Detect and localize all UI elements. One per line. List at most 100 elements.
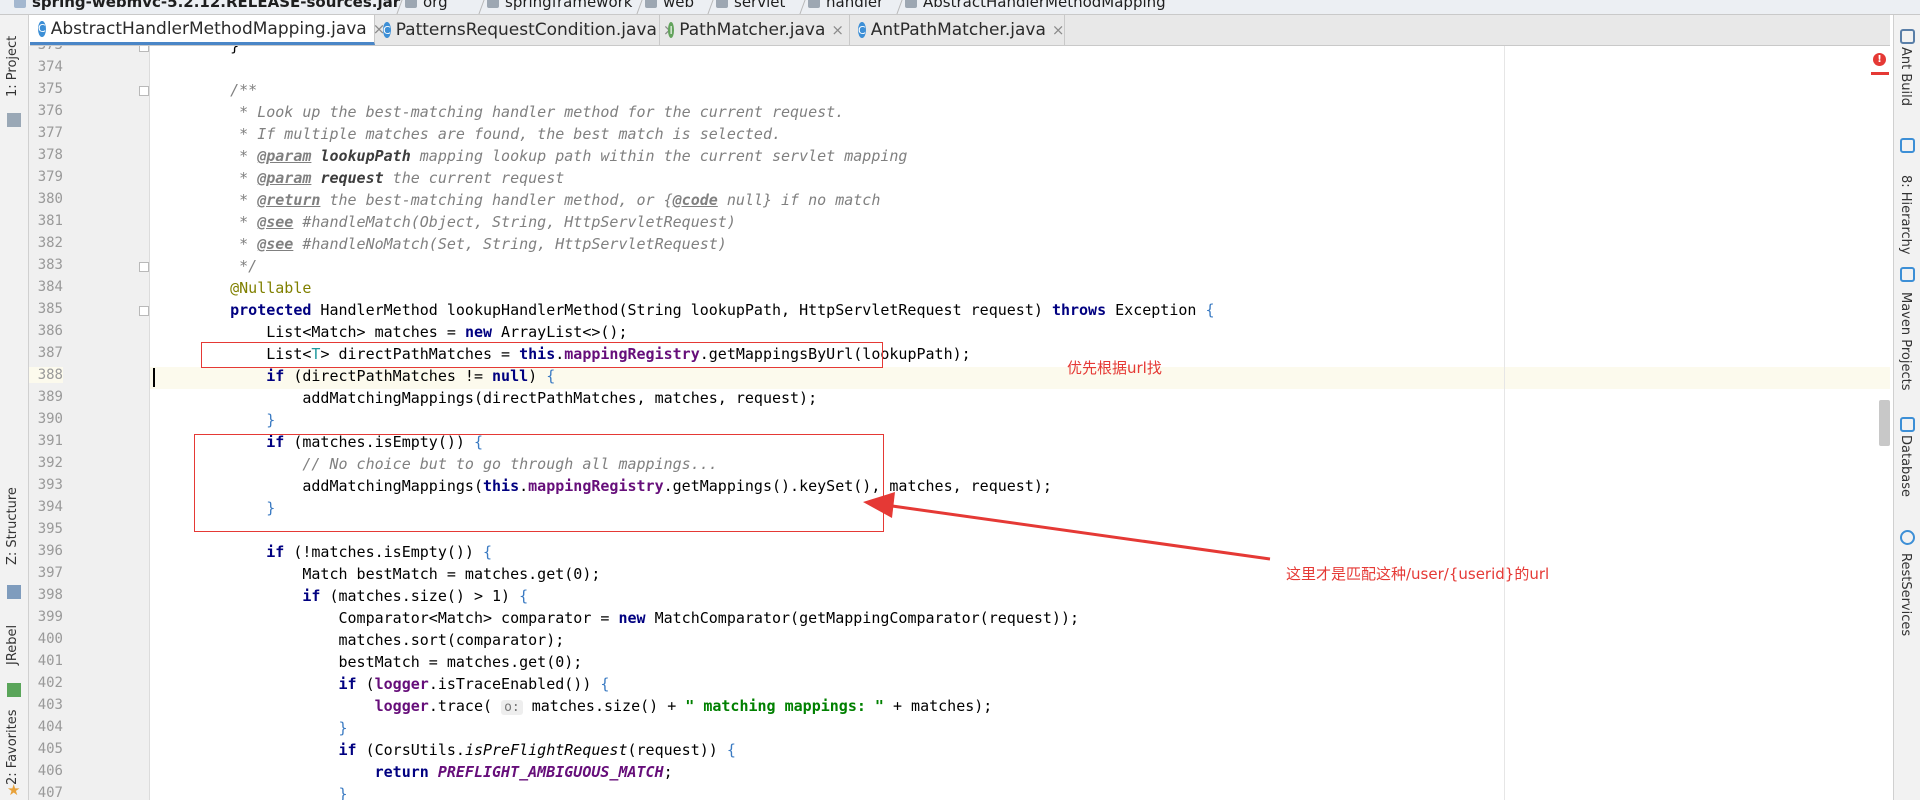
line-number: 374 bbox=[37, 59, 63, 75]
line-number: 373 bbox=[29, 46, 63, 53]
fold-marker-icon[interactable] bbox=[139, 86, 149, 96]
tool-window-label: 1: Project bbox=[5, 35, 20, 97]
editor-tab[interactable]: C AntPathMatcher.java × bbox=[850, 15, 1065, 45]
tool-window-label: RestServices bbox=[1898, 553, 1913, 637]
line-number: 377 bbox=[37, 125, 63, 141]
tool-window-label: Z: Structure bbox=[5, 487, 20, 565]
breadcrumb-item[interactable]: servlet bbox=[716, 0, 785, 10]
package-icon bbox=[405, 0, 417, 8]
line-number: 384 bbox=[37, 279, 63, 295]
class-icon: C bbox=[38, 20, 46, 37]
breadcrumb-item[interactable]: org bbox=[405, 0, 448, 11]
annotation-arrow bbox=[863, 492, 1271, 561]
tool-window-label: Database bbox=[1898, 435, 1913, 498]
breadcrumb-label: AbstractHandlerMethodMapping bbox=[923, 0, 1166, 11]
editor-tab[interactable]: C AbstractHandlerMethodMapping.java × bbox=[30, 15, 385, 45]
line-number: 380 bbox=[37, 191, 63, 207]
line-number: 399 bbox=[37, 609, 63, 625]
fold-marker-icon[interactable] bbox=[139, 262, 149, 272]
line-number: 393 bbox=[37, 477, 63, 493]
breadcrumb-item[interactable]: handler bbox=[808, 0, 884, 11]
error-stripe-marker[interactable] bbox=[1871, 72, 1889, 75]
breadcrumb-separator bbox=[468, 0, 485, 14]
tool-window-label: Maven Projects bbox=[1898, 292, 1913, 391]
editor-tab-label: AbstractHandlerMethodMapping.java bbox=[50, 18, 367, 39]
package-icon bbox=[645, 0, 657, 8]
editor-tab-label: PatternsRequestCondition.java bbox=[395, 20, 657, 40]
line-number: 403 bbox=[37, 697, 63, 713]
maven-icon bbox=[1900, 267, 1915, 282]
editor-tab-label: PathMatcher.java bbox=[679, 20, 826, 40]
structure-icon bbox=[7, 585, 21, 599]
editor-tab[interactable]: CPatternsRequestCondition.java× bbox=[375, 15, 675, 45]
line-number: 406 bbox=[37, 763, 63, 779]
tool-window-label: 8: Hierarchy bbox=[1898, 175, 1913, 255]
package-icon bbox=[808, 0, 820, 8]
breadcrumb-separator bbox=[697, 0, 714, 14]
line-number: 405 bbox=[37, 741, 63, 757]
line-number: 375 bbox=[37, 81, 63, 97]
database-icon bbox=[1900, 417, 1915, 432]
tool-window-label: JRebel bbox=[5, 624, 20, 665]
tool-window-label: 2: Favorites bbox=[5, 709, 20, 785]
line-number: 396 bbox=[37, 543, 63, 559]
jrebel-icon bbox=[7, 683, 21, 697]
arrow-shaft bbox=[884, 503, 1271, 561]
breadcrumb-item[interactable]: web bbox=[645, 0, 695, 11]
folder-icon bbox=[7, 113, 21, 127]
editor-tab-bar: C AbstractHandlerMethodMapping.java × C Patt… bbox=[30, 15, 1890, 46]
editor-scrollbar-thumb[interactable] bbox=[1879, 400, 1890, 446]
interface-icon: I bbox=[668, 22, 675, 38]
fold-marker-icon[interactable] bbox=[139, 46, 149, 52]
close-icon[interactable]: × bbox=[831, 21, 844, 39]
package-icon bbox=[487, 0, 499, 8]
line-number: 404 bbox=[37, 719, 63, 735]
close-icon[interactable]: × bbox=[1052, 21, 1065, 39]
line-number: 382 bbox=[37, 235, 63, 251]
line-number: 389 bbox=[37, 389, 63, 405]
class-icon: C bbox=[858, 22, 866, 38]
class-icon: C bbox=[383, 22, 391, 38]
line-number: 394 bbox=[37, 499, 63, 515]
breadcrumb-label: web bbox=[663, 0, 695, 11]
line-number-gutter: 373 374 375 376 377 378 379 380 381 382 383 384 385 3… bbox=[29, 46, 150, 800]
breadcrumb-label: org bbox=[423, 0, 448, 11]
line-number: 398 bbox=[37, 587, 63, 603]
breadcrumb-separator bbox=[886, 0, 903, 14]
line-number: 381 bbox=[37, 213, 63, 229]
line-number: 402 bbox=[37, 675, 63, 691]
editor-tab[interactable]: I PathMatcher.java × bbox=[660, 15, 850, 45]
fold-marker-icon[interactable] bbox=[139, 306, 149, 316]
line-number: 378 bbox=[37, 147, 63, 163]
breadcrumb-item[interactable]: AbstractHandlerMethodMapping bbox=[905, 0, 1166, 11]
line-number: 400 bbox=[37, 631, 63, 647]
line-number: 388 bbox=[29, 367, 63, 383]
line-number: 385 bbox=[37, 301, 63, 317]
line-number: 397 bbox=[37, 565, 63, 581]
line-number: 390 bbox=[37, 411, 63, 427]
ant-icon bbox=[1900, 29, 1915, 44]
breadcrumb-item[interactable]: springframework bbox=[487, 0, 633, 11]
line-number: 387 bbox=[37, 345, 63, 361]
line-number: 395 bbox=[37, 521, 63, 537]
breadcrumb-label: spring-webmvc-5.2.12.RELEASE-sources.jar bbox=[32, 0, 401, 11]
right-tool-strip: Ant Build 8: Hierarchy Maven Projects Datab… bbox=[1893, 15, 1920, 800]
star-icon: ★ bbox=[7, 781, 21, 799]
line-number: 407 bbox=[37, 785, 63, 800]
hierarchy-icon bbox=[1900, 138, 1915, 153]
error-indicator-icon[interactable]: ! bbox=[1873, 53, 1886, 66]
jar-icon bbox=[14, 0, 26, 8]
left-tool-strip: 1: Project Z: Structure JRebel 2: Favorites… bbox=[0, 15, 29, 800]
breadcrumb-label: springframework bbox=[505, 0, 633, 11]
line-number: 376 bbox=[37, 103, 63, 119]
code-editor[interactable]: } /** * Look up the best-matching handle… bbox=[150, 46, 1890, 800]
line-number: 401 bbox=[37, 653, 63, 669]
editor-tab-label: AntPathMatcher.java bbox=[870, 20, 1046, 40]
line-number: 391 bbox=[37, 433, 63, 449]
tool-window-label: Ant Build bbox=[1898, 47, 1913, 106]
arrow-head bbox=[863, 492, 895, 518]
breadcrumb: spring-webmvc-5.2.12.RELEASE-sources.jar… bbox=[0, 0, 1920, 15]
line-number: 392 bbox=[37, 455, 63, 471]
breadcrumb-label: handler bbox=[826, 0, 884, 11]
breadcrumb-item[interactable]: spring-webmvc-5.2.12.RELEASE-sources.jar bbox=[14, 0, 401, 11]
